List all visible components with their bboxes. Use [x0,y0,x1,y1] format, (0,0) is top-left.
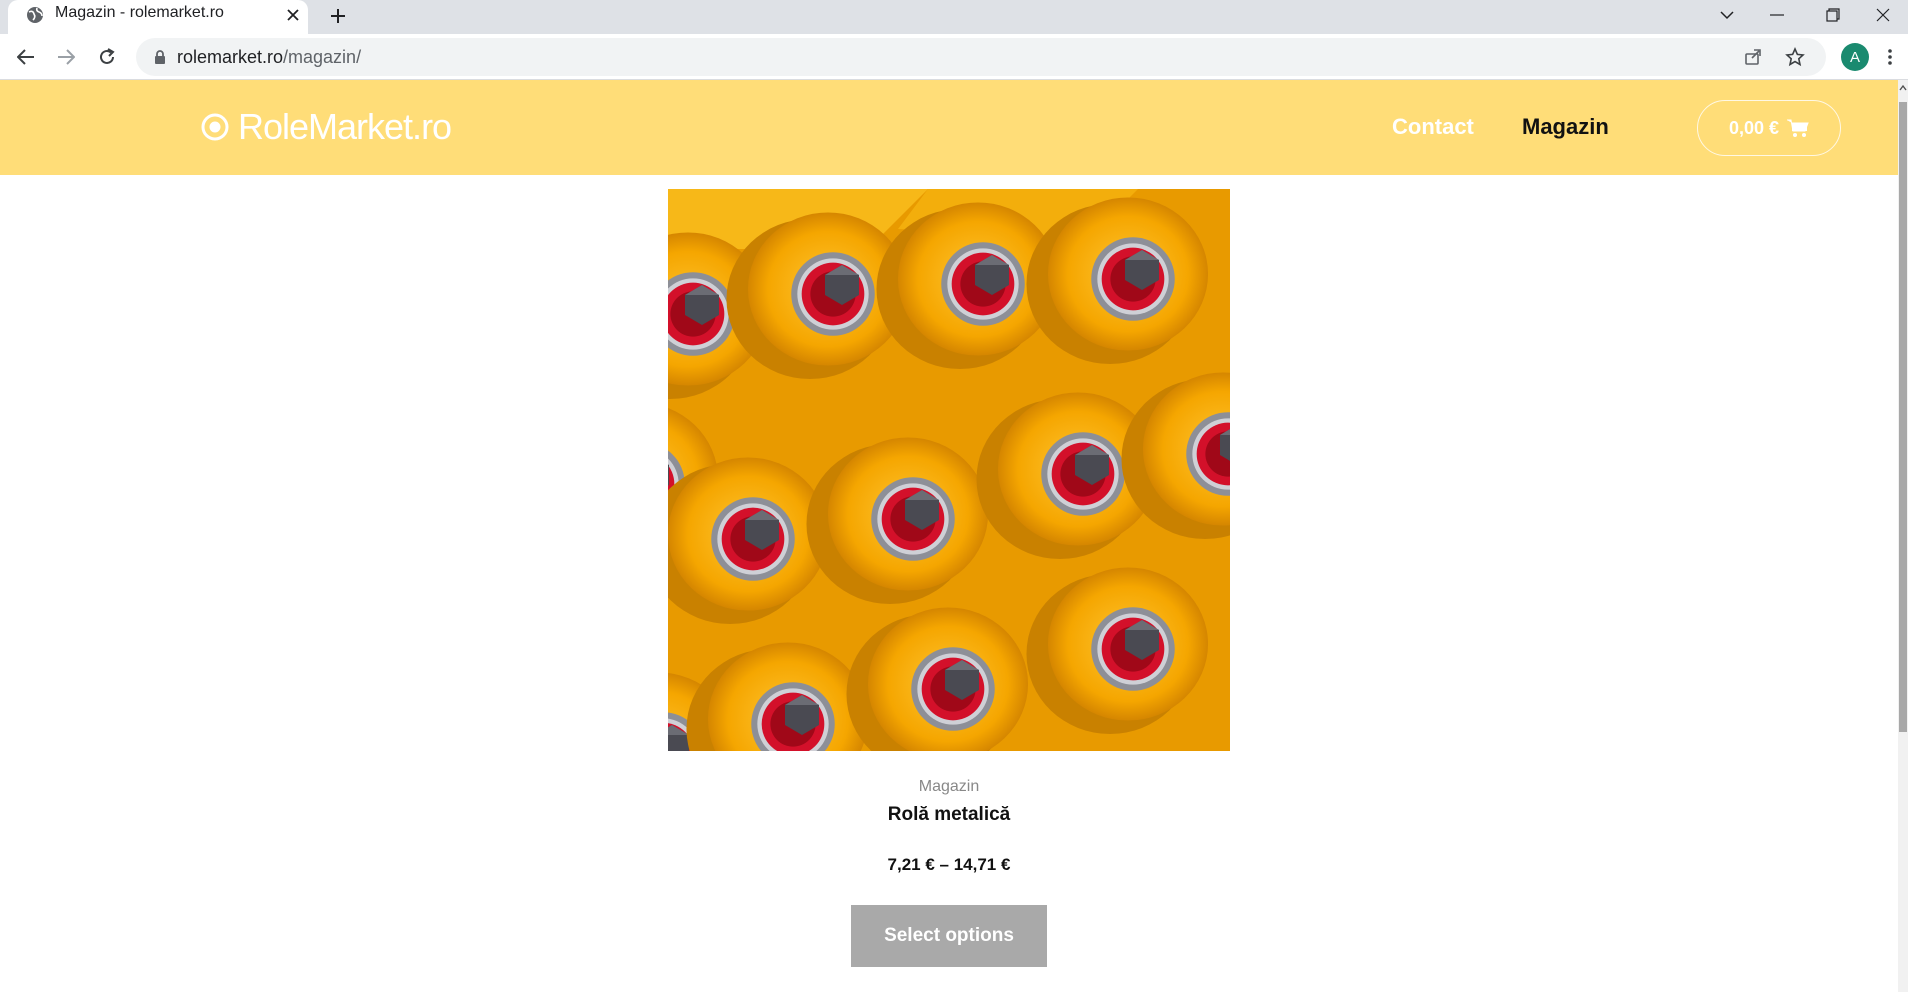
restore-icon[interactable] [1808,0,1858,30]
nav-contact-link[interactable]: Contact [1392,114,1474,140]
scroll-up-arrow-icon[interactable] [1899,84,1907,92]
cart-button[interactable]: 0,00 € [1697,100,1841,156]
bookmark-star-icon[interactable] [1784,46,1806,68]
close-tab-icon[interactable] [282,4,304,26]
new-tab-icon[interactable] [324,2,352,30]
product-image[interactable] [668,189,1230,751]
nav-magazin-link[interactable]: Magazin [1522,114,1609,140]
browser-tab[interactable]: Magazin - rolemarket.ro [8,0,308,34]
page-viewport: RoleMarket.ro Contact Magazin 0,00 € Mag… [0,80,1908,992]
tab-search-icon[interactable] [1702,0,1752,30]
cart-total: 0,00 € [1728,117,1780,138]
forward-icon[interactable] [50,41,82,73]
back-icon[interactable] [10,41,42,73]
product-card: Magazin Rolă metalică 7,21 € – 14,71 € S… [668,189,1230,967]
share-icon[interactable] [1742,46,1764,68]
product-category[interactable]: Magazin [668,778,1230,796]
product-price: 7,21 € – 14,71 € [887,855,1011,874]
globe-icon [27,7,43,23]
select-options-button[interactable]: Select options [851,905,1047,967]
site-header: RoleMarket.ro Contact Magazin 0,00 € [0,80,1898,175]
more-options-icon[interactable] [1882,44,1898,70]
url-text: rolemarket.ro/magazin/ [177,47,361,68]
address-bar[interactable]: rolemarket.ro/magazin/ [136,38,1826,76]
site-logo[interactable]: RoleMarket.ro [200,106,452,147]
tab-title: Magazin - rolemarket.ro [55,4,224,21]
page-scrollbar[interactable] [1898,80,1908,992]
url-path: /magazin/ [283,47,362,67]
scrollbar-thumb[interactable] [1899,102,1907,732]
lock-icon[interactable] [152,49,168,65]
minimize-icon[interactable] [1752,0,1802,30]
close-window-icon[interactable] [1858,0,1908,30]
browser-tabstrip: Magazin - rolemarket.ro [0,0,1908,34]
logo-ring-icon [201,113,229,141]
url-domain: rolemarket.ro [177,47,284,67]
reload-icon[interactable] [91,41,123,73]
product-title[interactable]: Rolă metalică [668,804,1230,826]
shopping-cart-icon [1787,119,1809,137]
browser-toolbar: rolemarket.ro/magazin/ A [0,34,1908,80]
profile-avatar[interactable]: A [1841,43,1869,71]
logo-text: RoleMarket.ro [238,106,452,147]
